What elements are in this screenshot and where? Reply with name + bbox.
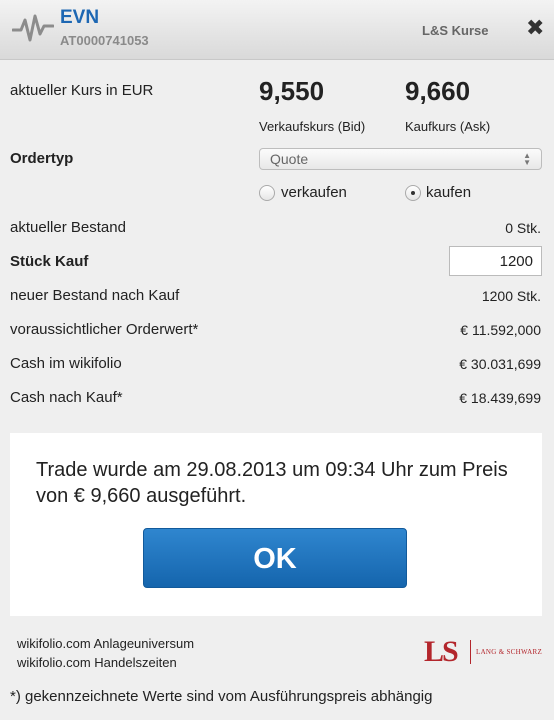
radio-buy-label[interactable]: kaufen bbox=[426, 184, 471, 201]
current-holding-value: 0 Stk. bbox=[505, 220, 541, 236]
logo-separator bbox=[470, 640, 471, 664]
trade-confirmation-message: Trade wurde am 29.08.2013 um 09:34 Uhr z… bbox=[36, 459, 508, 507]
footnote: *) gekennzeichnete Werte sind vom Ausfüh… bbox=[10, 688, 433, 705]
logo-letters: LS bbox=[424, 635, 459, 668]
radio-buy[interactable] bbox=[405, 185, 421, 201]
dialog-title: L&S Kurse bbox=[422, 23, 489, 38]
ordertype-selected-value: Quote bbox=[270, 151, 309, 167]
dialog-header: EVN AT0000741053 L&S Kurse ✖ bbox=[0, 0, 554, 60]
link-anlageuniversum[interactable]: wikifolio.com Anlageuniversum bbox=[17, 636, 194, 651]
radio-sell-label[interactable]: verkaufen bbox=[281, 184, 347, 201]
buy-quantity-input[interactable] bbox=[449, 246, 542, 276]
stock-name: EVN bbox=[60, 7, 100, 28]
current-price-label: aktueller Kurs in EUR bbox=[10, 82, 154, 99]
trade-confirmation-panel: Trade wurde am 29.08.2013 um 09:34 Uhr z… bbox=[10, 433, 542, 616]
link-handelszeiten[interactable]: wikifolio.com Handelszeiten bbox=[17, 655, 177, 670]
new-holding-label: neuer Bestand nach Kauf bbox=[10, 287, 180, 304]
bid-caption: Verkaufskurs (Bid) bbox=[259, 119, 366, 134]
ordertype-label: Ordertyp bbox=[10, 150, 74, 167]
cash-label: Cash im wikifolio bbox=[10, 355, 122, 372]
bid-price: 9,550 bbox=[259, 76, 325, 106]
order-value-value: € 11.592,000 bbox=[460, 322, 541, 338]
ok-button[interactable]: OK bbox=[143, 528, 407, 588]
stock-chart-icon bbox=[12, 14, 54, 42]
radio-sell[interactable] bbox=[259, 185, 275, 201]
logo-brand: LANG & SCHWARZ bbox=[476, 648, 543, 656]
cash-after-value: € 18.439,699 bbox=[459, 390, 541, 406]
stock-isin: AT0000741053 bbox=[60, 33, 149, 48]
lang-schwarz-logo: LS LANG & SCHWARZ bbox=[424, 636, 542, 668]
select-arrows-icon: ▲ ▼ bbox=[523, 151, 531, 167]
order-value-label: voraussichtlicher Orderwert* bbox=[10, 321, 199, 338]
new-holding-value: 1200 Stk. bbox=[481, 288, 541, 304]
cash-value: € 30.031,699 bbox=[459, 356, 541, 372]
buy-quantity-label: Stück Kauf bbox=[10, 253, 89, 270]
close-icon[interactable]: ✖ bbox=[526, 17, 544, 39]
cash-after-label: Cash nach Kauf* bbox=[10, 389, 123, 406]
ask-price: 9,660 bbox=[405, 76, 471, 106]
current-holding-label: aktueller Bestand bbox=[10, 219, 126, 236]
ordertype-select[interactable]: Quote ▲ ▼ bbox=[259, 148, 542, 170]
ask-caption: Kaufkurs (Ask) bbox=[405, 119, 491, 134]
